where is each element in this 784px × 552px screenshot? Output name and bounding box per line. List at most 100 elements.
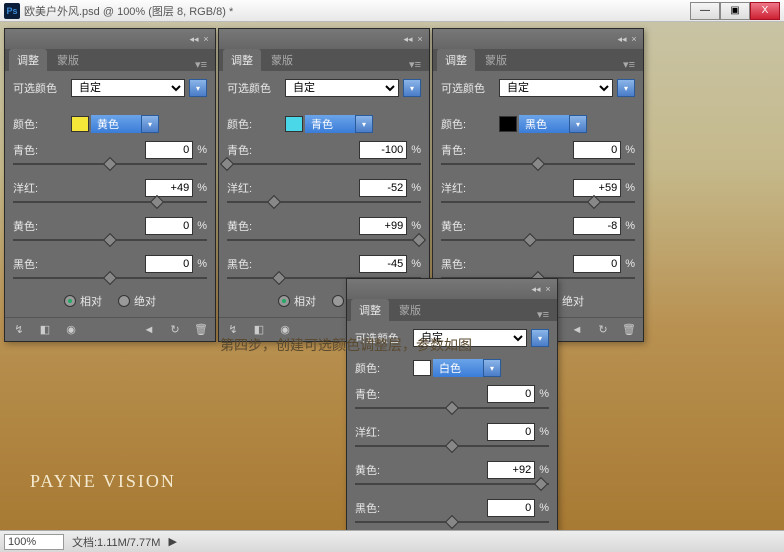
color-name: 黄色 bbox=[91, 115, 141, 133]
panel-menu-icon[interactable]: ▾≡ bbox=[405, 58, 425, 71]
yellow-slider[interactable] bbox=[355, 483, 549, 485]
arrow-icon[interactable]: ▶ bbox=[168, 535, 176, 548]
close-panel-icon[interactable]: × bbox=[415, 34, 425, 44]
color-dropdown-icon[interactable]: ▾ bbox=[141, 115, 159, 133]
color-swatch bbox=[413, 360, 431, 376]
magenta-slider[interactable] bbox=[355, 445, 549, 447]
color-select[interactable]: 黑色▾ bbox=[499, 115, 587, 133]
close-panel-icon[interactable]: × bbox=[201, 34, 211, 44]
collapse-icon[interactable]: ◂◂ bbox=[531, 284, 541, 294]
tab-adjust[interactable]: 调整 bbox=[437, 49, 475, 71]
color-swatch bbox=[285, 116, 303, 132]
magenta-slider[interactable] bbox=[13, 201, 207, 203]
cyan-slider[interactable] bbox=[13, 163, 207, 165]
collapse-icon[interactable]: ◂◂ bbox=[189, 34, 199, 44]
preset-dropdown-icon[interactable]: ▾ bbox=[403, 79, 421, 97]
tab-adjust[interactable]: 调整 bbox=[223, 49, 261, 71]
prev-icon[interactable]: ◄ bbox=[569, 322, 585, 338]
panel-menu-icon[interactable]: ▾≡ bbox=[533, 308, 553, 321]
reset-icon[interactable]: ↻ bbox=[167, 322, 183, 338]
eye-icon[interactable]: ◉ bbox=[63, 322, 79, 338]
cyan-slider[interactable] bbox=[441, 163, 635, 165]
panel-header[interactable]: ◂◂× bbox=[347, 279, 557, 299]
preset-select[interactable]: 自定 bbox=[499, 79, 613, 97]
selective-color-panel-1: ◂◂× 调整 蒙版 ▾≡ 可选颜色 自定 ▾ 颜色: 黄色 ▾ 青色:% 洋红:… bbox=[4, 28, 216, 342]
black-input[interactable] bbox=[573, 255, 621, 273]
yellow-input[interactable] bbox=[359, 217, 407, 235]
prev-icon[interactable]: ◄ bbox=[141, 322, 157, 338]
panel-menu-icon[interactable]: ▾≡ bbox=[191, 58, 211, 71]
tab-mask[interactable]: 蒙版 bbox=[263, 49, 301, 71]
black-slider[interactable] bbox=[13, 277, 207, 279]
close-panel-icon[interactable]: × bbox=[543, 284, 553, 294]
black-input[interactable] bbox=[359, 255, 407, 273]
tab-mask[interactable]: 蒙版 bbox=[49, 49, 87, 71]
panel-menu-icon[interactable]: ▾≡ bbox=[619, 58, 639, 71]
relative-radio[interactable]: 相对 bbox=[64, 293, 102, 309]
relative-radio[interactable]: 相对 bbox=[278, 293, 316, 309]
color-select[interactable]: 黄色 ▾ bbox=[71, 115, 159, 133]
panel-footer: ↯ ◧ ◉ ◄ ↻ 🗑 bbox=[5, 317, 215, 341]
tab-adjust[interactable]: 调整 bbox=[9, 49, 47, 71]
panel-header[interactable]: ◂◂× bbox=[219, 29, 429, 49]
magenta-input[interactable] bbox=[145, 179, 193, 197]
cyan-input[interactable] bbox=[359, 141, 407, 159]
minimize-button[interactable]: — bbox=[690, 2, 720, 20]
maximize-button[interactable]: ▣ bbox=[720, 2, 750, 20]
color-swatch bbox=[499, 116, 517, 132]
black-label: 黑色: bbox=[13, 256, 145, 272]
magenta-input[interactable] bbox=[487, 423, 535, 441]
cyan-input[interactable] bbox=[145, 141, 193, 159]
magenta-label: 洋红: bbox=[13, 180, 145, 196]
trash-icon[interactable]: 🗑 bbox=[193, 322, 209, 338]
reset-icon[interactable]: ↻ bbox=[595, 322, 611, 338]
tab-mask[interactable]: 蒙版 bbox=[391, 299, 429, 321]
magenta-input[interactable] bbox=[573, 179, 621, 197]
panel-header[interactable]: ◂◂× bbox=[5, 29, 215, 49]
window-buttons: — ▣ X bbox=[690, 2, 780, 20]
status-bar: 100% 文档:1.11M/7.77M ▶ bbox=[0, 530, 784, 552]
cyan-slider[interactable] bbox=[227, 163, 421, 165]
panel-tabs: 调整 蒙版 ▾≡ bbox=[5, 49, 215, 71]
window-title: 欧美户外风.psd @ 100% (图层 8, RGB/8) * bbox=[24, 3, 690, 19]
cyan-slider[interactable] bbox=[355, 407, 549, 409]
yellow-slider[interactable] bbox=[227, 239, 421, 241]
black-input[interactable] bbox=[145, 255, 193, 273]
preset-dropdown-icon[interactable]: ▾ bbox=[189, 79, 207, 97]
trash-icon[interactable]: 🗑 bbox=[621, 322, 637, 338]
tab-adjust[interactable]: 调整 bbox=[351, 299, 389, 321]
cyan-input[interactable] bbox=[487, 385, 535, 403]
cyan-input[interactable] bbox=[573, 141, 621, 159]
magenta-input[interactable] bbox=[359, 179, 407, 197]
panel-header[interactable]: ◂◂× bbox=[433, 29, 643, 49]
close-panel-icon[interactable]: × bbox=[629, 34, 639, 44]
black-input[interactable] bbox=[487, 499, 535, 517]
yellow-input[interactable] bbox=[145, 217, 193, 235]
color-swatch bbox=[71, 116, 89, 132]
black-slider[interactable] bbox=[355, 521, 549, 523]
close-button[interactable]: X bbox=[750, 2, 780, 20]
collapse-icon[interactable]: ◂◂ bbox=[617, 34, 627, 44]
yellow-input[interactable] bbox=[487, 461, 535, 479]
color-select[interactable]: 青色▾ bbox=[285, 115, 373, 133]
link-icon[interactable]: ↯ bbox=[11, 322, 27, 338]
preset-label: 可选颜色 bbox=[13, 80, 67, 96]
magenta-slider[interactable] bbox=[441, 201, 635, 203]
absolute-radio[interactable]: 绝对 bbox=[118, 293, 156, 309]
yellow-label: 黄色: bbox=[13, 218, 145, 234]
color-label: 颜色: bbox=[13, 116, 67, 132]
yellow-slider[interactable] bbox=[441, 239, 635, 241]
preset-select[interactable]: 自定 bbox=[285, 79, 399, 97]
magenta-slider[interactable] bbox=[227, 201, 421, 203]
yellow-input[interactable] bbox=[573, 217, 621, 235]
title-bar: Ps 欧美户外风.psd @ 100% (图层 8, RGB/8) * — ▣ … bbox=[0, 0, 784, 22]
preset-select[interactable]: 自定 bbox=[71, 79, 185, 97]
cyan-label: 青色: bbox=[13, 142, 145, 158]
yellow-slider[interactable] bbox=[13, 239, 207, 241]
clip-icon[interactable]: ◧ bbox=[37, 322, 53, 338]
color-select[interactable]: 白色▾ bbox=[413, 359, 501, 377]
tab-mask[interactable]: 蒙版 bbox=[477, 49, 515, 71]
collapse-icon[interactable]: ◂◂ bbox=[403, 34, 413, 44]
step-caption: 第四步，创建可选颜色调整层，参数如图 bbox=[220, 335, 472, 355]
zoom-input[interactable]: 100% bbox=[4, 534, 64, 550]
